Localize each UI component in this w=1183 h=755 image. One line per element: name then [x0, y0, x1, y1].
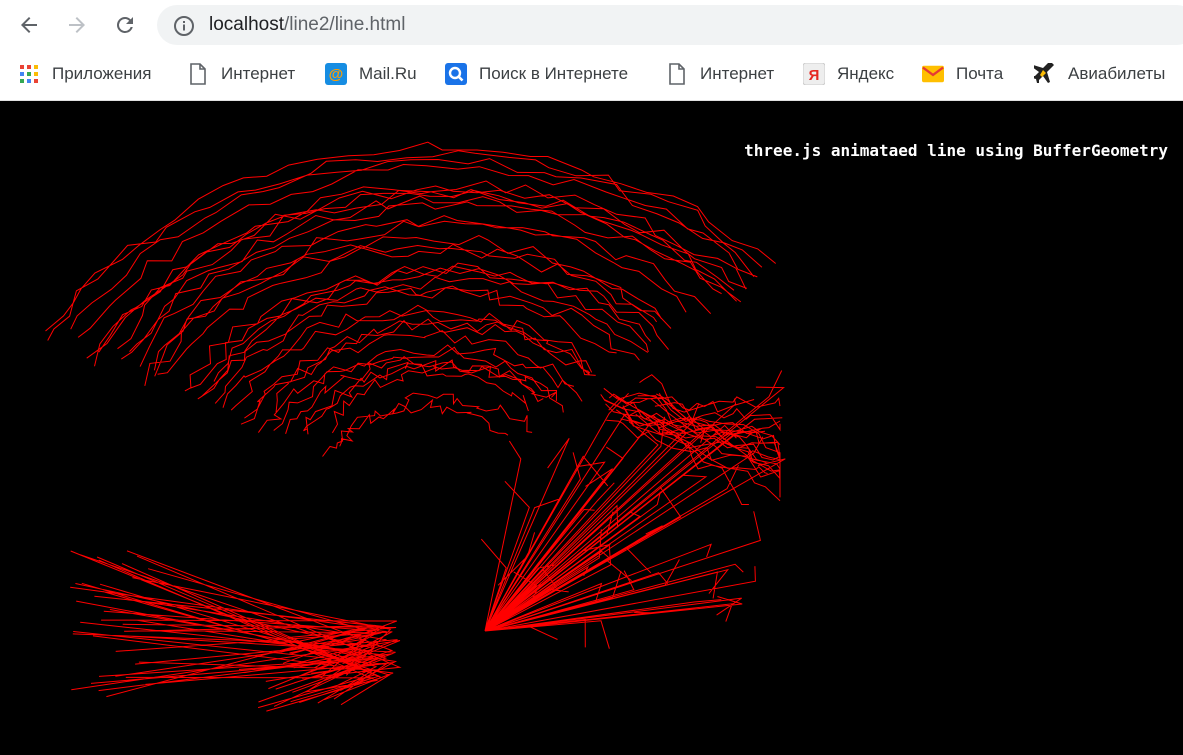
- svg-text:@: @: [329, 66, 344, 83]
- apps-grid-icon: [18, 63, 40, 85]
- bookmark-label: Яндекс: [837, 64, 895, 83]
- bookmark-label: Интернет: [221, 64, 296, 83]
- mail-envelope-icon: [922, 63, 944, 85]
- reload-button[interactable]: [110, 10, 140, 40]
- bookmark-label: Почта: [956, 64, 1004, 83]
- airplane-icon: [1034, 63, 1056, 85]
- arrow-left-icon: [21, 17, 37, 33]
- url-text[interactable]: localhost/line2/line.html: [209, 5, 405, 45]
- animated-line-render: [45, 141, 786, 712]
- search-icon: [445, 63, 467, 85]
- bookmark-label: Приложения: [52, 64, 152, 83]
- bookmarks-bar: Приложения Интернет @ Mail.Ru Поиск в Ин…: [0, 51, 1183, 101]
- bookmark-label: Авиабилеты: [1068, 64, 1166, 83]
- bookmark-apps[interactable]: Приложения: [18, 51, 151, 97]
- bookmark-search[interactable]: Поиск в Интернете: [445, 51, 628, 97]
- back-button[interactable]: [14, 10, 44, 40]
- info-text: three.js animataed line using BufferGeom…: [744, 141, 1168, 160]
- page-icon: [666, 63, 688, 85]
- bookmark-internet-2[interactable]: Интернет: [666, 51, 774, 97]
- arrow-right-icon: [69, 17, 85, 33]
- url-host: localhost: [209, 14, 284, 35]
- bookmark-label: Поиск в Интернете: [479, 64, 629, 83]
- webgl-viewport[interactable]: three.js animataed line using BufferGeom…: [0, 101, 1183, 755]
- page-icon: [187, 63, 209, 85]
- bookmark-label: Mail.Ru: [359, 64, 417, 83]
- mailru-icon: @: [325, 63, 347, 85]
- browser-toolbar: localhost/line2/line.html: [0, 0, 1183, 51]
- svg-text:Я: Я: [809, 67, 820, 84]
- bookmark-internet-1[interactable]: Интернет: [187, 51, 295, 97]
- yandex-icon: Я: [803, 63, 825, 85]
- bookmark-mailru[interactable]: @ Mail.Ru: [325, 51, 417, 97]
- bookmark-flights[interactable]: Авиабилеты: [1034, 51, 1165, 97]
- bookmark-yandex[interactable]: Я Яндекс: [803, 51, 894, 97]
- bookmark-label: Интернет: [700, 64, 775, 83]
- forward-button[interactable]: [62, 10, 92, 40]
- bookmark-mail[interactable]: Почта: [922, 51, 1003, 97]
- reload-icon: [117, 17, 133, 33]
- red-line-path: [45, 141, 786, 712]
- info-icon[interactable]: [173, 15, 195, 37]
- url-path: /line2/line.html: [284, 14, 406, 35]
- address-bar[interactable]: localhost/line2/line.html: [157, 5, 1183, 45]
